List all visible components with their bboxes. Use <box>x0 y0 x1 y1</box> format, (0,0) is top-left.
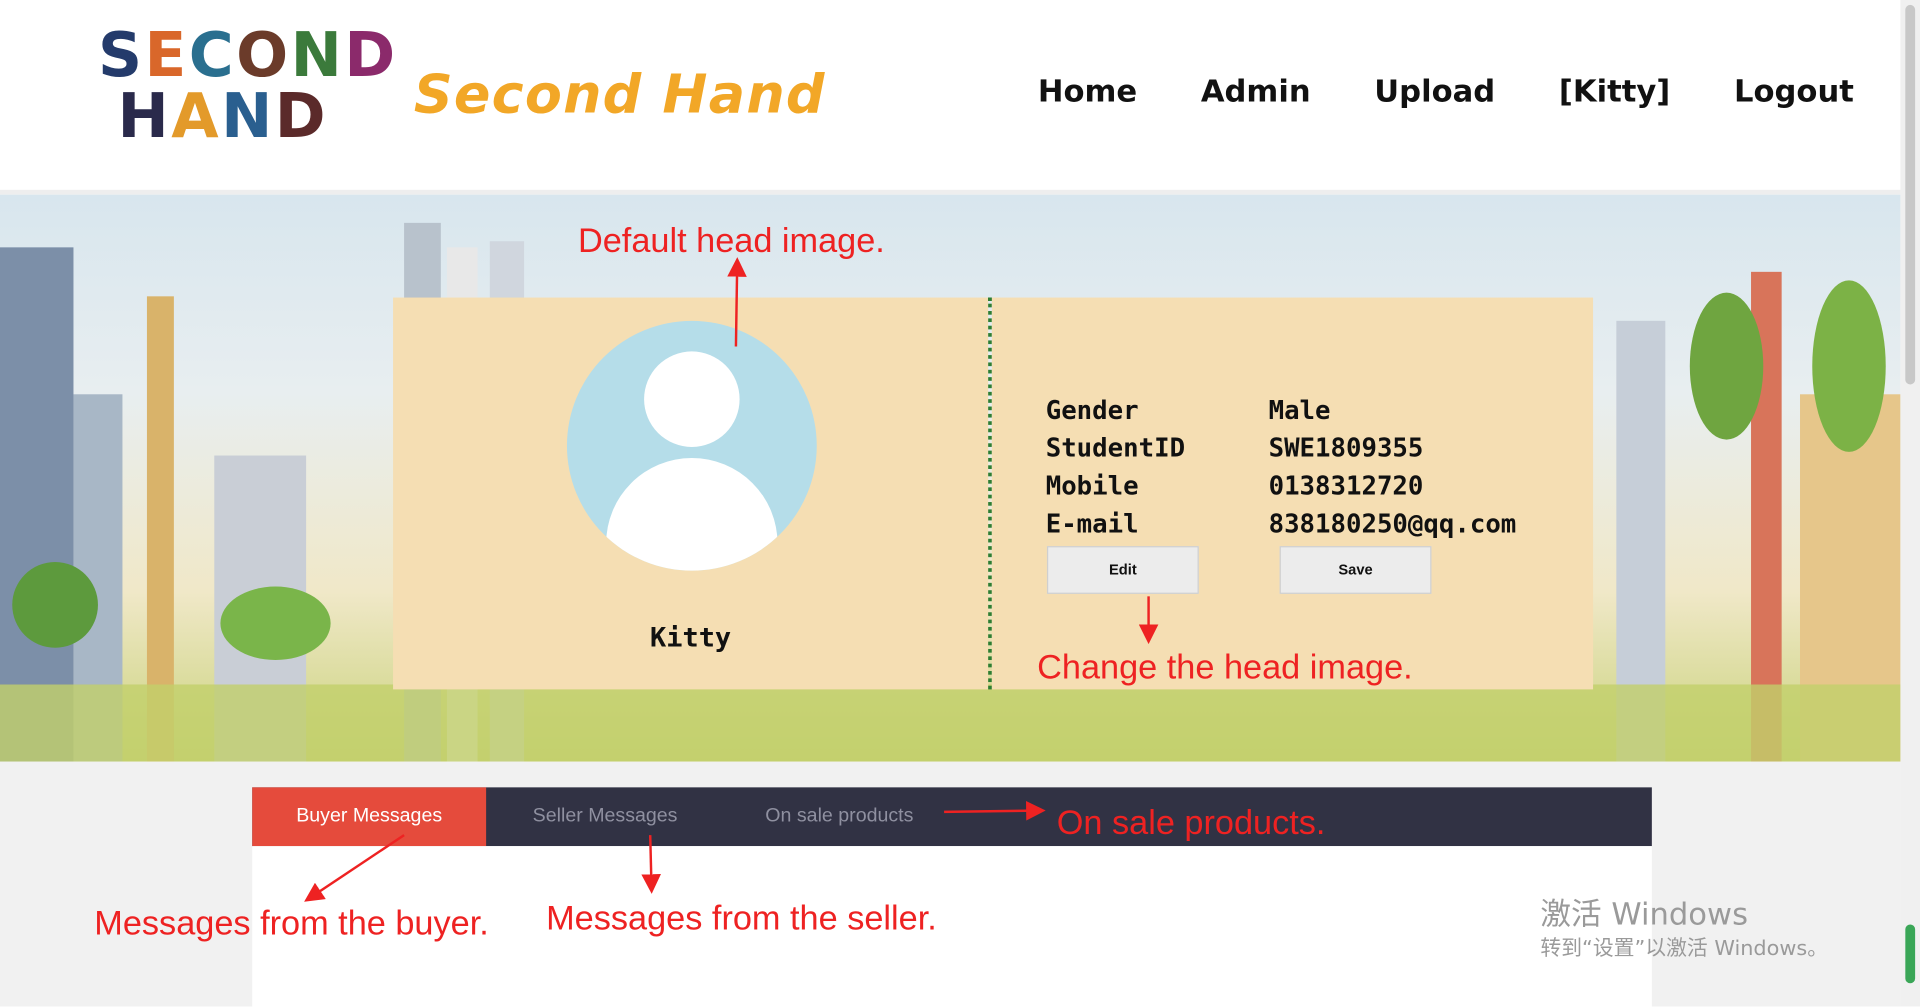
nav-logout[interactable]: Logout <box>1734 73 1854 109</box>
tree-shape <box>12 562 98 648</box>
tree-shape <box>220 586 331 661</box>
info-row-studentid: StudentID SWE1809355 <box>1046 433 1424 462</box>
field-label: Gender <box>1045 395 1139 425</box>
field-value: SWE1809355 <box>1268 433 1424 463</box>
info-row-email: E-mail 838180250@qq.com <box>1046 509 1517 538</box>
edit-button[interactable]: Edit <box>1046 546 1199 594</box>
field-label: Mobile <box>1045 471 1139 501</box>
main-nav: Home Admin Upload [Kitty] Logout <box>974 73 1854 109</box>
avatar[interactable] <box>566 320 817 571</box>
logo-line-2: HAND <box>117 80 329 152</box>
nav-upload[interactable]: Upload <box>1374 73 1495 109</box>
site-logo[interactable]: SECOND HAND <box>97 19 398 161</box>
nav-admin[interactable]: Admin <box>1201 73 1311 109</box>
tab-on-sale-products[interactable]: On sale products <box>765 787 913 846</box>
field-value: Male <box>1268 395 1331 425</box>
windows-watermark-subtitle: 转到“设置”以激活 Windows。 <box>1540 936 1829 962</box>
logo-line-1: SECOND <box>97 19 398 91</box>
annotation-on-sale: On sale products. <box>1056 803 1326 842</box>
brand-title: Second Hand <box>413 63 826 127</box>
profile-username: Kitty <box>650 623 732 654</box>
profile-info-panel: Gender Male StudentID SWE1809355 Mobile 013… <box>991 297 1594 690</box>
info-row-gender: Gender Male <box>1046 396 1331 425</box>
windows-watermark-title: 激活 Windows <box>1540 896 1749 932</box>
ground-shape <box>0 684 1901 762</box>
scrollbar-thumb[interactable] <box>1905 4 1916 385</box>
field-label: StudentID <box>1045 433 1186 463</box>
annotation-default-head: Default head image. <box>577 221 885 260</box>
scrollbar-indicator <box>1905 924 1916 984</box>
page: SECOND HAND Second Hand Home Admin Uploa… <box>0 0 1920 1007</box>
nav-user[interactable]: [Kitty] <box>1559 73 1670 109</box>
annotation-seller: Messages from the seller. <box>546 898 937 937</box>
save-button[interactable]: Save <box>1279 546 1432 594</box>
avatar-body-shape <box>606 457 778 571</box>
site-header: SECOND HAND Second Hand Home Admin Uploa… <box>0 0 1901 195</box>
field-value: 838180250@qq.com <box>1268 509 1517 539</box>
field-label: E-mail <box>1045 509 1139 539</box>
tab-seller-messages[interactable]: Seller Messages <box>533 787 678 846</box>
field-value: 0138312720 <box>1268 471 1424 501</box>
tab-bar: Buyer Messages Seller Messages On sale p… <box>252 787 1652 847</box>
tree-shape <box>1812 280 1886 452</box>
avatar-head-shape <box>644 351 740 447</box>
annotation-buyer: Messages from the buyer. <box>94 903 489 942</box>
tree-shape <box>1689 292 1764 440</box>
tab-buyer-messages[interactable]: Buyer Messages <box>252 787 487 847</box>
profile-avatar-panel: Kitty <box>393 297 989 690</box>
annotation-change-head: Change the head image. <box>1037 647 1413 686</box>
info-row-mobile: Mobile 0138312720 <box>1046 471 1424 500</box>
page-scrollbar[interactable] <box>1900 0 1920 1007</box>
nav-home[interactable]: Home <box>1038 73 1137 109</box>
